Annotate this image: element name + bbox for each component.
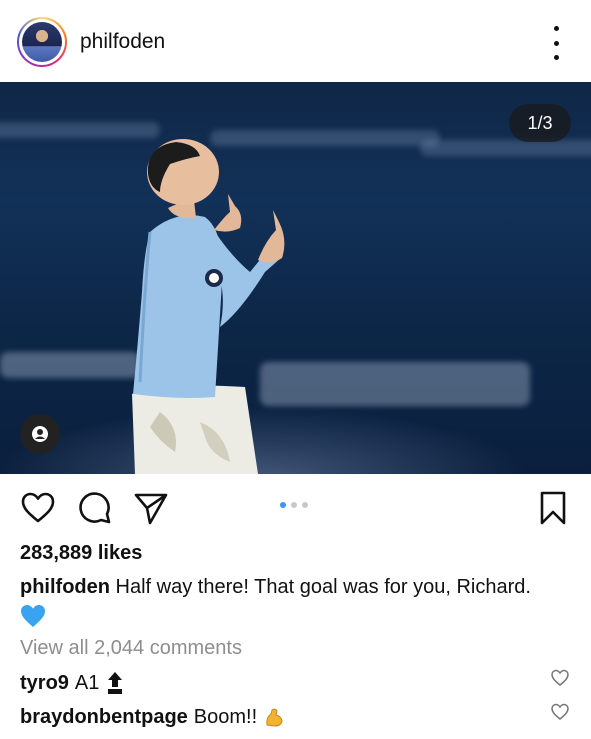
comment-text: A1 — [74, 671, 100, 694]
flexed-biceps-emoji — [266, 708, 283, 727]
player-figure — [132, 139, 285, 474]
post-photo[interactable]: 1/3 — [0, 82, 591, 474]
comment-username[interactable]: braydonbentpage — [20, 706, 188, 729]
image-counter: 1/3 — [509, 104, 571, 142]
carousel-indicator — [280, 502, 308, 508]
blue-heart-emoji — [21, 605, 45, 627]
story-ring[interactable] — [17, 17, 67, 67]
likes-count[interactable]: 283,889 likes — [20, 542, 142, 565]
more-options-icon[interactable] — [544, 26, 568, 60]
send-icon[interactable] — [133, 490, 169, 526]
caption-text: Half way there! That goal was for you, R… — [115, 576, 531, 598]
comment-like-heart-icon[interactable] — [551, 669, 569, 687]
post-header: philfoden — [0, 0, 591, 82]
carousel-dot — [302, 502, 308, 508]
comment-username[interactable]: tyro9 — [20, 672, 69, 695]
action-bar — [0, 474, 591, 544]
bookmark-icon[interactable] — [535, 490, 571, 526]
comment-item: braydonbentpage Boom!! — [20, 706, 285, 729]
caption-username[interactable]: philfoden — [20, 576, 110, 598]
user-tag-icon[interactable] — [20, 414, 60, 454]
carousel-dot — [291, 502, 297, 508]
top-arrow-emoji — [108, 672, 123, 694]
post-username[interactable]: philfoden — [80, 30, 165, 54]
comment-text: Boom!! — [193, 706, 258, 728]
carousel-dot — [280, 502, 286, 508]
comment-icon[interactable] — [77, 490, 113, 526]
caption: philfoden Half way there! That goal was … — [20, 573, 580, 601]
view-all-comments-link[interactable]: View all 2,044 comments — [20, 637, 242, 660]
comment-like-heart-icon[interactable] — [551, 703, 569, 721]
avatar[interactable] — [22, 22, 62, 62]
heart-icon[interactable] — [20, 490, 56, 526]
comment-item: tyro9 A1 — [20, 671, 125, 695]
